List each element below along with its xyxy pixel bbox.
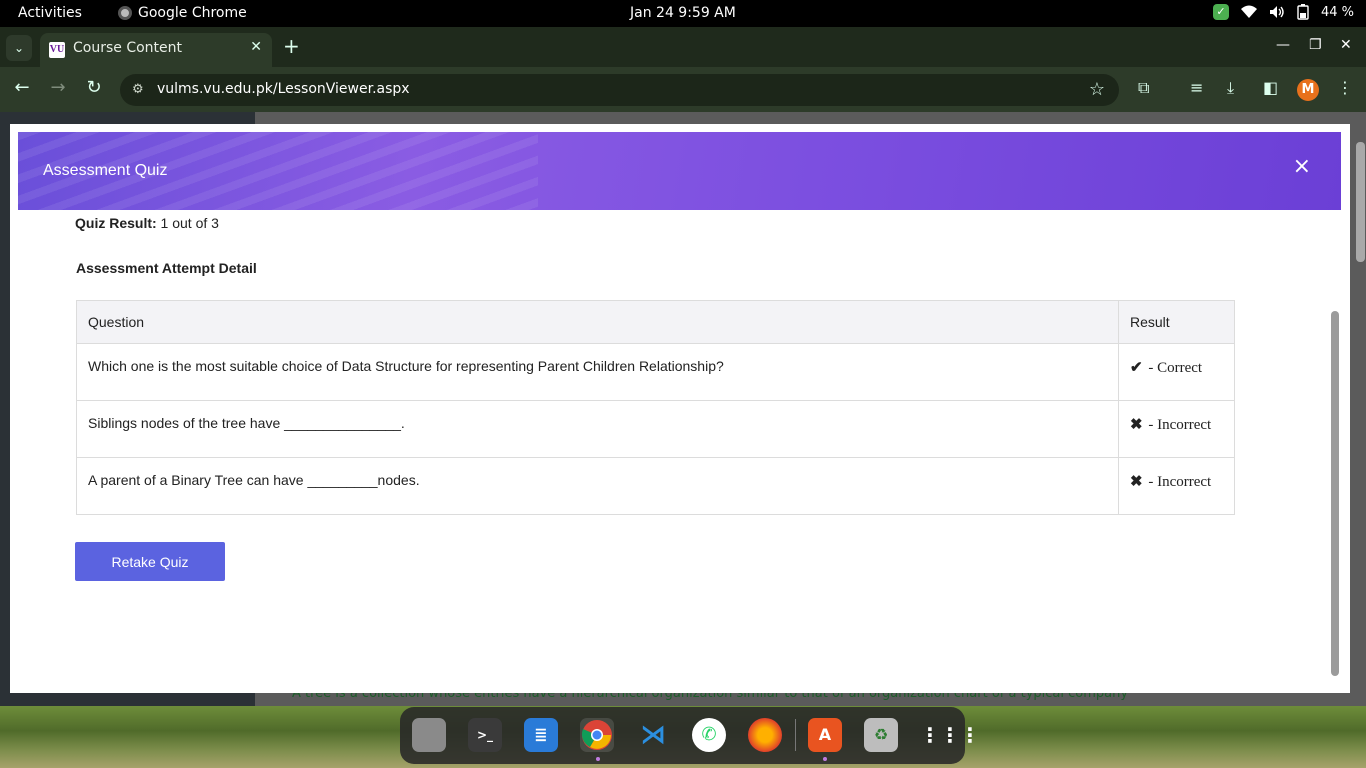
system-top-bar: Activities Google Chrome Jan 24 9:59 AM … <box>0 0 1366 27</box>
question-column-header: Question <box>76 300 1119 344</box>
profile-avatar[interactable]: M <box>1297 79 1319 101</box>
battery-percentage: 44 % <box>1320 4 1354 20</box>
app-name: Google Chrome <box>138 5 247 21</box>
restore-icon[interactable]: ❐ <box>1309 37 1322 53</box>
url-text[interactable]: vulms.vu.edu.pk/LessonViewer.aspx <box>157 81 410 97</box>
vscode-icon[interactable]: ⋊ <box>636 718 670 752</box>
modal-scrollbar[interactable] <box>1331 311 1339 676</box>
extensions-icon[interactable]: ⧉ <box>1138 78 1149 98</box>
quiz-result-value: 1 out of 3 <box>156 215 219 231</box>
cross-icon: ✖ <box>1130 417 1143 433</box>
app-center-running-indicator <box>823 757 827 761</box>
downloads-icon[interactable]: ⤓ <box>1227 78 1234 98</box>
volume-icon <box>1269 6 1284 18</box>
app-grid-icon[interactable]: ⋮⋮⋮ <box>920 718 980 752</box>
result-text: - Incorrect <box>1144 417 1212 433</box>
dock: >_ ≣ ⋊ ✆ A ♻ ⋮⋮⋮ <box>400 707 980 764</box>
modal-header: Assessment Quiz × <box>18 132 1341 210</box>
chrome-running-indicator <box>596 757 600 761</box>
close-tab-icon[interactable]: ✕ <box>250 39 262 55</box>
system-tray[interactable]: ✓ 44 % <box>1212 4 1354 20</box>
result-text: - Correct <box>1144 360 1203 376</box>
close-modal-icon[interactable]: × <box>1293 156 1311 178</box>
wifi-icon <box>1240 5 1257 18</box>
vu-favicon-icon: VU <box>49 42 65 58</box>
result-cell: ✖ - Incorrect <box>1118 457 1235 515</box>
whatsapp-icon[interactable]: ✆ <box>692 718 726 752</box>
chrome-logo-icon <box>581 720 612 750</box>
retake-quiz-button[interactable]: Retake Quiz <box>75 542 225 581</box>
chrome-menu-icon[interactable]: ⋮ <box>1337 78 1353 97</box>
minimize-icon[interactable]: — <box>1276 37 1290 53</box>
address-bar[interactable]: ⚙ vulms.vu.edu.pk/LessonViewer.aspx ☆ <box>120 74 1119 106</box>
activities-button[interactable]: Activities <box>18 5 82 21</box>
reload-button[interactable]: ↻ <box>82 77 106 98</box>
close-window-icon[interactable]: ✕ <box>1340 37 1352 53</box>
question-cell: Siblings nodes of the tree have ________… <box>76 400 1119 458</box>
battery-icon <box>1297 4 1309 20</box>
tab-strip: ⌄ VU Course Content ✕ + — ❐ ✕ <box>0 27 1366 67</box>
tab-course-content[interactable]: VU Course Content ✕ <box>40 33 272 67</box>
attempt-detail-table: Question Result Which one is the most su… <box>76 300 1235 515</box>
bookmark-star-icon[interactable]: ☆ <box>1089 79 1105 100</box>
result-text: - Incorrect <box>1144 474 1212 490</box>
chrome-app-icon <box>118 6 132 20</box>
chrome-icon[interactable] <box>580 718 614 752</box>
assessment-modal: Assessment Quiz × Quiz Result: 1 out of … <box>10 124 1350 693</box>
browser-toolbar: ← → ↻ ⚙ vulms.vu.edu.pk/LessonViewer.asp… <box>0 67 1366 112</box>
files-icon[interactable] <box>412 718 446 752</box>
page-scrollbar[interactable] <box>1356 142 1365 262</box>
app-center-icon[interactable]: A <box>808 718 842 752</box>
attempt-detail-heading: Assessment Attempt Detail <box>76 260 257 276</box>
new-tab-button[interactable]: + <box>283 35 300 57</box>
side-panel-icon[interactable]: ◧ <box>1263 78 1278 97</box>
result-cell: ✖ - Incorrect <box>1118 400 1235 458</box>
quiz-result-label: Quiz Result: <box>75 215 157 231</box>
dock-separator <box>795 719 796 751</box>
clock[interactable]: Jan 24 9:59 AM <box>630 5 736 21</box>
firefox-icon[interactable] <box>748 718 782 752</box>
forward-button[interactable]: → <box>46 77 70 98</box>
tab-title: Course Content <box>73 40 183 56</box>
modal-title: Assessment Quiz <box>43 162 168 179</box>
trash-icon[interactable]: ♻ <box>864 718 898 752</box>
back-button[interactable]: ← <box>10 77 34 98</box>
question-cell: Which one is the most suitable choice of… <box>76 343 1119 401</box>
site-info-icon[interactable]: ⚙ <box>132 82 144 97</box>
table-row: A parent of a Binary Tree can have _____… <box>76 457 1235 515</box>
quiz-result: Quiz Result: 1 out of 3 <box>75 215 219 231</box>
table-row: Which one is the most suitable choice of… <box>76 343 1235 401</box>
app-menu[interactable]: Google Chrome <box>118 5 247 21</box>
security-shield-icon: ✓ <box>1212 4 1229 20</box>
terminal-icon[interactable]: >_ <box>468 718 502 752</box>
table-header-row: Question Result <box>76 300 1235 344</box>
result-column-header: Result <box>1118 300 1235 344</box>
media-controls-icon[interactable]: ≡ <box>1190 78 1203 97</box>
table-row: Siblings nodes of the tree have ________… <box>76 400 1235 458</box>
cross-icon: ✖ <box>1130 474 1143 490</box>
question-cell: A parent of a Binary Tree can have _____… <box>76 457 1119 515</box>
tab-search-button[interactable]: ⌄ <box>6 35 32 61</box>
text-editor-icon[interactable]: ≣ <box>524 718 558 752</box>
check-icon: ✔ <box>1130 360 1143 376</box>
result-cell: ✔ - Correct <box>1118 343 1235 401</box>
